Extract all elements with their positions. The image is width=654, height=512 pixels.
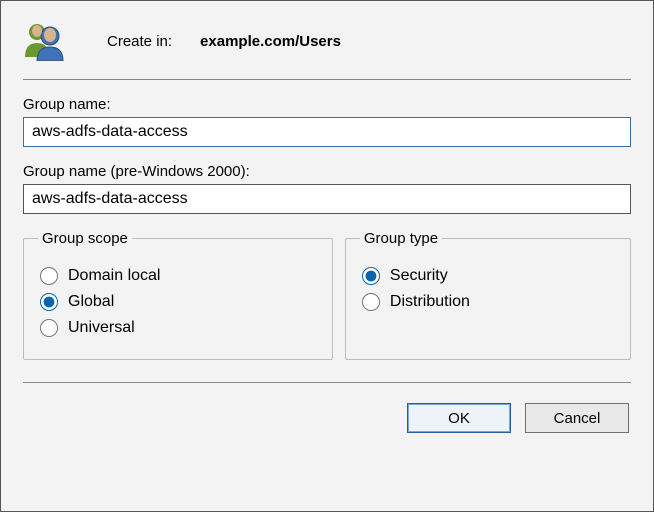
cancel-button[interactable]: Cancel — [525, 403, 629, 433]
scope-domain-local-radio[interactable] — [40, 267, 58, 285]
scope-universal[interactable]: Universal — [38, 319, 318, 337]
scope-domain-local-label: Domain local — [68, 267, 160, 285]
dialog-buttons: OK Cancel — [23, 399, 631, 433]
create-group-dialog: Create in: example.com/Users Group name:… — [0, 0, 654, 512]
scope-universal-label: Universal — [68, 319, 135, 337]
group-type-fieldset: Group type Security Distribution — [345, 230, 631, 360]
scope-global-radio[interactable] — [40, 293, 58, 311]
group-name-label: Group name: — [23, 96, 631, 113]
scope-global[interactable]: Global — [38, 293, 318, 311]
group-type-legend: Group type — [360, 230, 442, 247]
group-name-prewin-label: Group name (pre-Windows 2000): — [23, 163, 631, 180]
group-name-input[interactable] — [23, 117, 631, 147]
group-icon — [23, 21, 67, 61]
scope-global-label: Global — [68, 293, 114, 311]
scope-domain-local[interactable]: Domain local — [38, 267, 318, 285]
scope-universal-radio[interactable] — [40, 319, 58, 337]
dialog-header: Create in: example.com/Users — [23, 1, 631, 79]
type-security-label: Security — [390, 267, 448, 285]
group-options-row: Group scope Domain local Global Universa… — [23, 230, 631, 360]
create-in-path: example.com/Users — [200, 33, 341, 50]
type-security-radio[interactable] — [362, 267, 380, 285]
group-scope-legend: Group scope — [38, 230, 132, 247]
divider — [23, 79, 631, 80]
divider-bottom — [23, 382, 631, 383]
type-security[interactable]: Security — [360, 267, 616, 285]
ok-button[interactable]: OK — [407, 403, 511, 433]
type-distribution-radio[interactable] — [362, 293, 380, 311]
group-scope-fieldset: Group scope Domain local Global Universa… — [23, 230, 333, 360]
type-distribution[interactable]: Distribution — [360, 293, 616, 311]
group-name-prewin-input[interactable] — [23, 184, 631, 214]
create-in-label: Create in: — [107, 33, 172, 50]
group-name-block: Group name: — [23, 96, 631, 147]
type-distribution-label: Distribution — [390, 293, 470, 311]
group-name-prewin-block: Group name (pre-Windows 2000): — [23, 163, 631, 214]
